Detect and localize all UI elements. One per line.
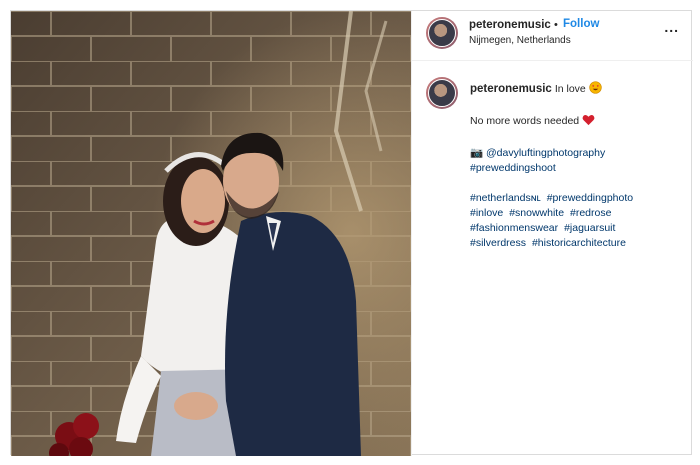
caption-second-line: No more words needed bbox=[470, 115, 580, 127]
caption-avatar[interactable] bbox=[426, 77, 458, 109]
red-heart-icon bbox=[582, 114, 595, 131]
caption-username[interactable]: peteronemusic bbox=[470, 83, 552, 95]
hashtag-link[interactable]: #netherlandsɴʟ bbox=[470, 192, 541, 204]
hashtag-link[interactable]: #fashionmenswear bbox=[470, 222, 558, 234]
hashtag-list: #netherlandsɴʟ #preweddingphoto #inlove … bbox=[470, 191, 670, 251]
post-header: peteronemusic • Follow Nijmegen, Netherl… bbox=[412, 11, 693, 61]
hashtag-link[interactable]: #silverdress bbox=[470, 237, 526, 249]
wedding-couple-image bbox=[11, 11, 411, 456]
photographer-mention-link[interactable]: @davyluftingphotography bbox=[486, 147, 605, 159]
separator-dot: • bbox=[554, 19, 558, 31]
location-link[interactable]: Nijmegen, Netherlands bbox=[469, 35, 571, 46]
camera-icon: 📷 bbox=[470, 147, 484, 159]
hashtag-link[interactable]: #historicarchitecture bbox=[532, 237, 626, 249]
hashtag-link[interactable]: #jaguarsuit bbox=[564, 222, 615, 234]
hashtag-link[interactable]: #redrose bbox=[570, 207, 611, 219]
instagram-post: peteronemusic • Follow Nijmegen, Netherl… bbox=[10, 10, 693, 456]
post-sidebar: peteronemusic • Follow Nijmegen, Netherl… bbox=[411, 11, 693, 456]
smiling-face-with-heart-eyes-icon bbox=[588, 81, 602, 99]
avatar[interactable] bbox=[426, 17, 458, 49]
ellipsis-icon[interactable]: ... bbox=[664, 19, 679, 35]
caption-text: peteronemusic In love No more words neede… bbox=[470, 81, 680, 251]
hashtag-link[interactable]: #preweddingshoot bbox=[470, 162, 556, 174]
post-photo[interactable] bbox=[11, 11, 411, 456]
follow-button[interactable]: Follow bbox=[563, 18, 599, 30]
hashtag-link[interactable]: #snowwhite bbox=[509, 207, 564, 219]
hashtag-link[interactable]: #inlove bbox=[470, 207, 503, 219]
hashtag-link[interactable]: #preweddingphoto bbox=[547, 192, 633, 204]
caption-first-line: In love bbox=[554, 83, 586, 95]
header-username[interactable]: peteronemusic bbox=[469, 19, 551, 31]
